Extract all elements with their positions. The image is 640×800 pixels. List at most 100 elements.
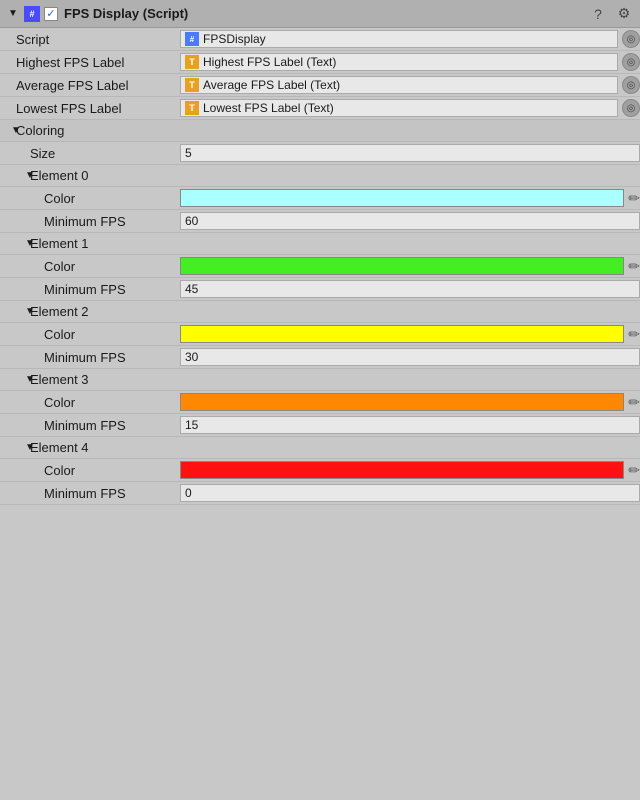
component-enabled-checkbox[interactable] [44, 7, 58, 21]
element-3-color-swatch[interactable] [180, 393, 624, 411]
element-2-pencil-icon[interactable]: ✏ [628, 326, 640, 343]
settings-button[interactable]: ⚙ [614, 4, 634, 24]
coloring-size-row: Size [0, 142, 640, 165]
element-4-collapse-triangle[interactable] [0, 441, 30, 455]
element-3-color-value: ✏ [180, 393, 640, 411]
lowest-fps-ref-icon: T [185, 101, 199, 115]
element-0-collapse-triangle[interactable] [0, 169, 30, 183]
element-4-color-label: Color [0, 463, 180, 478]
highest-fps-value-container: T Highest FPS Label (Text) ◎ [180, 53, 640, 71]
highest-fps-field[interactable]: T Highest FPS Label (Text) [180, 53, 618, 71]
element-1-min-fps-row: Minimum FPS [0, 278, 640, 301]
collapse-triangle[interactable] [6, 7, 20, 21]
coloring-size-value-container [180, 144, 640, 162]
element-3-header[interactable]: Element 3 [0, 369, 640, 391]
element-4-color-swatch[interactable] [180, 461, 624, 479]
element-2-color-row: Color ✏ [0, 323, 640, 346]
script-field[interactable]: # FPSDisplay [180, 30, 618, 48]
element-4-min-fps-value [180, 484, 640, 502]
element-2-color-swatch[interactable] [180, 325, 624, 343]
script-value-container: # FPSDisplay ◎ [180, 30, 640, 48]
element-1-min-fps-input[interactable] [180, 280, 640, 298]
element-1-color-label: Color [0, 259, 180, 274]
element-2-collapse-triangle[interactable] [0, 305, 30, 319]
average-fps-ref-icon: T [185, 78, 199, 92]
element-3-min-fps-value [180, 416, 640, 434]
element-0-color-swatch[interactable] [180, 189, 624, 207]
element-4-pencil-icon[interactable]: ✏ [628, 462, 640, 479]
average-fps-value-container: T Average FPS Label (Text) ◎ [180, 76, 640, 94]
element-1-pencil-icon[interactable]: ✏ [628, 258, 640, 275]
element-2-color-value: ✏ [180, 325, 640, 343]
element-0-pencil-icon[interactable]: ✏ [628, 190, 640, 207]
coloring-collapse-triangle[interactable] [0, 124, 16, 138]
element-3-collapse-triangle[interactable] [0, 373, 30, 387]
element-4-color-row: Color ✏ [0, 459, 640, 482]
coloring-section-label: Coloring [16, 123, 64, 138]
script-ref-icon: # [185, 32, 199, 46]
coloring-section-header[interactable]: Coloring [0, 120, 640, 142]
element-2-header[interactable]: Element 2 [0, 301, 640, 323]
element-3-label: Element 3 [30, 372, 89, 387]
highest-fps-select-btn[interactable]: ◎ [622, 53, 640, 71]
element-0-min-fps-label: Minimum FPS [0, 214, 180, 229]
element-1-color-swatch[interactable] [180, 257, 624, 275]
element-1-min-fps-label: Minimum FPS [0, 282, 180, 297]
element-2-min-fps-value [180, 348, 640, 366]
script-label: Script [0, 32, 180, 47]
elements-container: Element 0 Color ✏ Minimum FPS Element 1 … [0, 165, 640, 505]
element-0-min-fps-row: Minimum FPS [0, 210, 640, 233]
highest-fps-label: Highest FPS Label [0, 55, 180, 70]
lowest-fps-field[interactable]: T Lowest FPS Label (Text) [180, 99, 618, 117]
average-fps-label-row: Average FPS Label T Average FPS Label (T… [0, 74, 640, 97]
highest-fps-value-text: Highest FPS Label (Text) [203, 55, 336, 69]
element-1-label: Element 1 [30, 236, 89, 251]
script-select-btn[interactable]: ◎ [622, 30, 640, 48]
element-0-header[interactable]: Element 0 [0, 165, 640, 187]
element-4-label: Element 4 [30, 440, 89, 455]
element-1-collapse-triangle[interactable] [0, 237, 30, 251]
element-2-label: Element 2 [30, 304, 89, 319]
inspector-header: # FPS Display (Script) ? ⚙ [0, 0, 640, 28]
script-type-icon: # [24, 6, 40, 22]
element-1-header[interactable]: Element 1 [0, 233, 640, 255]
element-0-color-value: ✏ [180, 189, 640, 207]
highest-fps-ref-icon: T [185, 55, 199, 69]
element-3-min-fps-label: Minimum FPS [0, 418, 180, 433]
element-0-min-fps-input[interactable] [180, 212, 640, 230]
lowest-fps-label: Lowest FPS Label [0, 101, 180, 116]
element-4-header[interactable]: Element 4 [0, 437, 640, 459]
average-fps-field[interactable]: T Average FPS Label (Text) [180, 76, 618, 94]
element-1-color-row: Color ✏ [0, 255, 640, 278]
element-4-min-fps-label: Minimum FPS [0, 486, 180, 501]
element-1-min-fps-value [180, 280, 640, 298]
element-0-label: Element 0 [30, 168, 89, 183]
help-button[interactable]: ? [588, 4, 608, 24]
inspector-content: Script # FPSDisplay ◎ Highest FPS Label … [0, 28, 640, 800]
element-4-color-value: ✏ [180, 461, 640, 479]
component-title: FPS Display (Script) [64, 6, 588, 21]
element-2-color-label: Color [0, 327, 180, 342]
element-3-color-label: Color [0, 395, 180, 410]
highest-fps-label-row: Highest FPS Label T Highest FPS Label (T… [0, 51, 640, 74]
element-3-pencil-icon[interactable]: ✏ [628, 394, 640, 411]
element-2-min-fps-row: Minimum FPS [0, 346, 640, 369]
element-3-color-row: Color ✏ [0, 391, 640, 414]
lowest-fps-label-row: Lowest FPS Label T Lowest FPS Label (Tex… [0, 97, 640, 120]
average-fps-select-btn[interactable]: ◎ [622, 76, 640, 94]
coloring-size-input[interactable] [180, 144, 640, 162]
average-fps-label: Average FPS Label [0, 78, 180, 93]
average-fps-value-text: Average FPS Label (Text) [203, 78, 340, 92]
element-2-min-fps-label: Minimum FPS [0, 350, 180, 365]
lowest-fps-value-container: T Lowest FPS Label (Text) ◎ [180, 99, 640, 117]
script-value-text: FPSDisplay [203, 32, 266, 46]
element-2-min-fps-input[interactable] [180, 348, 640, 366]
coloring-size-label: Size [0, 146, 180, 161]
lowest-fps-value-text: Lowest FPS Label (Text) [203, 101, 334, 115]
element-1-color-value: ✏ [180, 257, 640, 275]
lowest-fps-select-btn[interactable]: ◎ [622, 99, 640, 117]
element-3-min-fps-input[interactable] [180, 416, 640, 434]
element-4-min-fps-input[interactable] [180, 484, 640, 502]
element-3-min-fps-row: Minimum FPS [0, 414, 640, 437]
script-row: Script # FPSDisplay ◎ [0, 28, 640, 51]
